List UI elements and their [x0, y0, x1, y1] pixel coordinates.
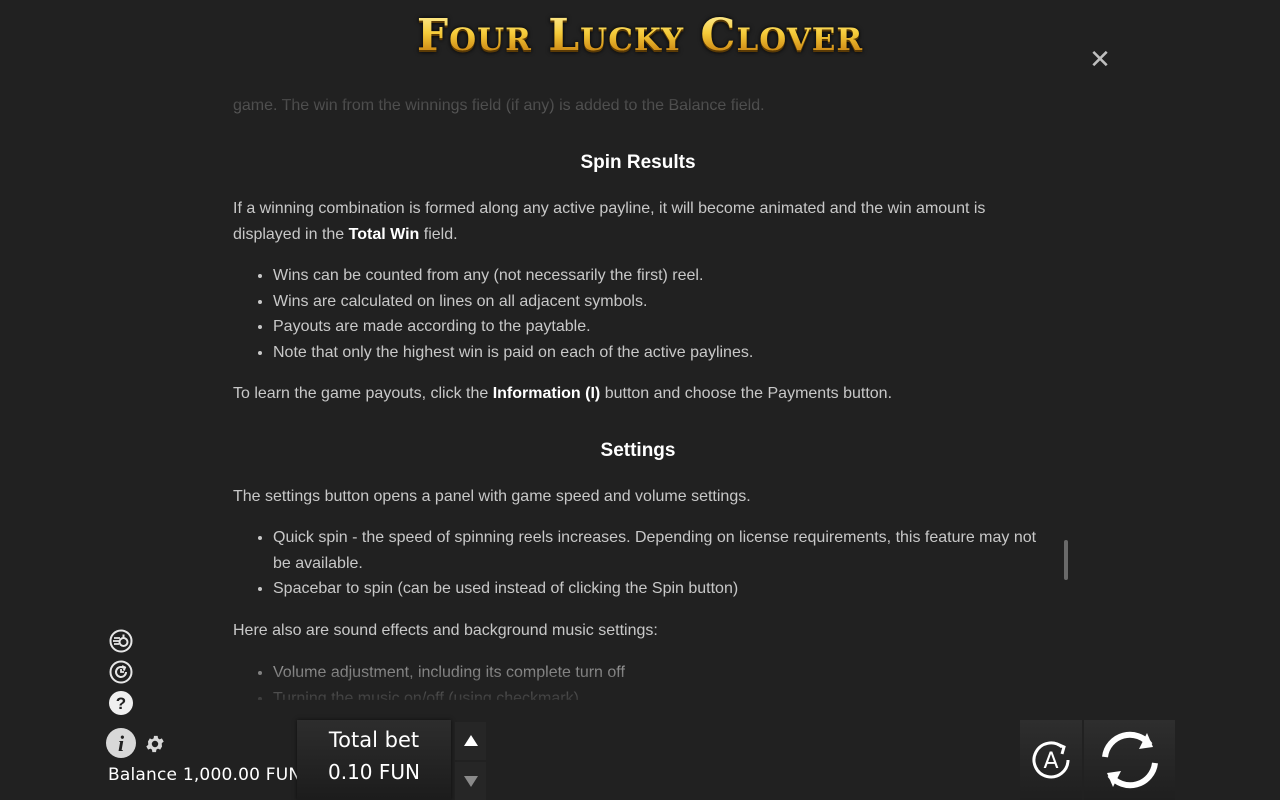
gear-icon[interactable] — [144, 733, 166, 755]
balance-value: 1,000.00 FUN — [182, 765, 302, 785]
autoplay-button[interactable]: A — [1020, 720, 1082, 800]
list-item: Wins are calculated on lines on all adja… — [273, 289, 753, 315]
list-item: Volume adjustment, including its complet… — [273, 660, 625, 686]
triangle-up-icon — [463, 735, 478, 746]
total-bet-box: Total bet 0.10 FUN — [297, 720, 451, 800]
bet-increase-button[interactable] — [455, 722, 486, 760]
payouts-paragraph: To learn the game payouts, click the Inf… — [233, 385, 893, 402]
previous-paragraph-line: game. The win from the winnings field (i… — [233, 97, 765, 114]
settings-list: Quick spin - the speed of spinning reels… — [233, 525, 1043, 602]
replay-icon[interactable] — [109, 660, 133, 684]
balance-display: Balance 1,000.00 FUN — [108, 765, 301, 785]
list-item: Note that only the highest win is paid o… — [273, 340, 753, 366]
history-icon[interactable] — [109, 629, 133, 653]
bet-decrease-button[interactable] — [455, 762, 486, 800]
spin-results-intro: If a winning combination is formed along… — [233, 200, 986, 243]
settings-intro: The settings button opens a panel with g… — [233, 488, 751, 505]
info-icon[interactable]: i — [106, 728, 136, 758]
triangle-down-icon — [463, 776, 478, 787]
close-icon[interactable]: ✕ — [1088, 47, 1112, 73]
settings-heading: Settings — [600, 440, 676, 461]
help-icon[interactable]: ? — [109, 691, 133, 715]
total-bet-label: Total bet — [328, 728, 420, 752]
spin-button[interactable] — [1084, 720, 1175, 800]
total-win-emphasis: Total Win — [348, 225, 420, 243]
list-item: Wins can be counted from any (not necess… — [273, 263, 753, 289]
svg-text:i: i — [118, 731, 125, 756]
spin-icon — [1101, 731, 1158, 789]
total-bet-value: 0.10 FUN — [328, 760, 420, 784]
balance-label: Balance — [108, 765, 178, 785]
spin-results-heading: Spin Results — [580, 152, 696, 173]
scrollbar-thumb[interactable] — [1064, 540, 1068, 580]
spin-results-list: Wins can be counted from any (not necess… — [233, 263, 753, 365]
list-item: Payouts are made according to the paytab… — [273, 314, 753, 340]
list-item: Turning the music on/off (using checkmar… — [273, 686, 625, 701]
svg-text:?: ? — [116, 694, 126, 713]
svg-text:A: A — [1043, 749, 1058, 774]
sound-settings-list: Volume adjustment, including its complet… — [233, 660, 625, 700]
sound-settings-intro: Here also are sound effects and backgrou… — [233, 622, 658, 639]
information-emphasis: Information (I) — [492, 385, 601, 402]
autoplay-icon: A — [1032, 741, 1070, 779]
rules-content[interactable]: game. The win from the winnings field (i… — [233, 86, 1043, 700]
list-item: Spacebar to spin (can be used instead of… — [273, 576, 1043, 602]
list-item: Quick spin - the speed of spinning reels… — [273, 525, 1043, 576]
